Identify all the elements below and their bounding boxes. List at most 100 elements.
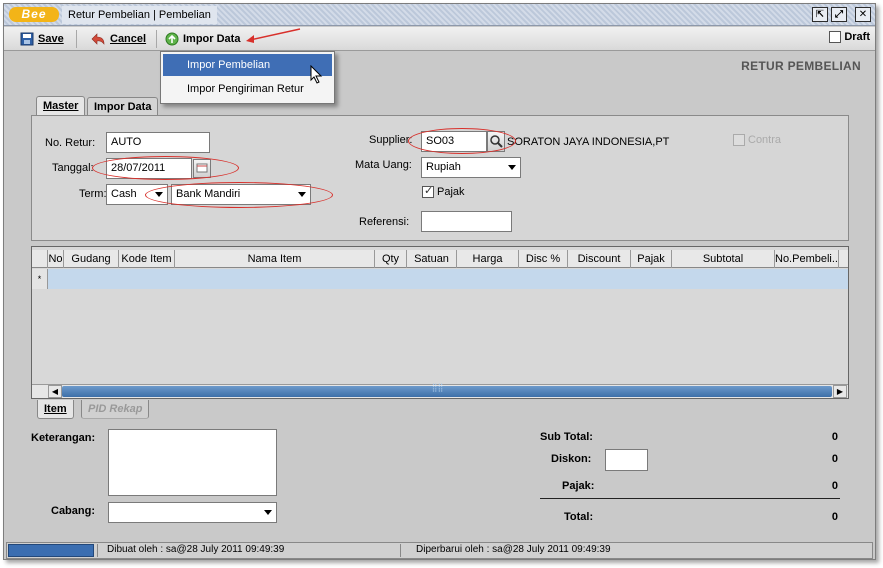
term-select[interactable]: Cash xyxy=(106,184,168,205)
status-separator xyxy=(97,544,98,557)
master-panel: No. Retur: AUTO Tanggal: 28/07/2011 Term… xyxy=(31,115,849,241)
total-label: Total: xyxy=(564,511,594,523)
col-header[interactable]: Gudang xyxy=(64,250,119,268)
col-header[interactable]: Discount xyxy=(568,250,631,268)
tab-pid-rekap[interactable]: PID Rekap xyxy=(81,400,150,419)
contra-checkbox[interactable]: Contra xyxy=(733,134,782,147)
tab-item[interactable]: Item xyxy=(37,400,74,419)
calendar-icon xyxy=(196,163,208,173)
no-retur-label: No. Retur: xyxy=(45,137,96,149)
horizontal-scrollbar[interactable]: ◀ ▶ xyxy=(32,383,848,398)
pajak-total-label: Pajak: xyxy=(562,480,595,492)
bank-select[interactable]: Bank Mandiri xyxy=(171,184,311,205)
sub-total-label: Sub Total: xyxy=(540,431,593,443)
totals-divider xyxy=(540,498,840,499)
cabang-select[interactable] xyxy=(108,502,277,523)
import-icon xyxy=(165,32,179,46)
term-value: Cash xyxy=(111,188,137,200)
referensi-field[interactable] xyxy=(421,211,512,232)
new-row-marker: * xyxy=(32,269,48,289)
status-indicator xyxy=(8,544,94,557)
col-header[interactable]: Harga xyxy=(457,250,519,268)
draft-checkbox-box[interactable] xyxy=(829,31,842,44)
save-label: Save xyxy=(38,33,64,45)
title-bar: Bee Retur Pembelian | Pembelian ⇱ ⤢ ✕ xyxy=(4,4,875,26)
cabang-label: Cabang: xyxy=(51,505,95,517)
menu-item-impor-pengiriman-retur[interactable]: Impor Pengiriman Retur xyxy=(163,78,332,100)
pajak-checkbox[interactable]: Pajak xyxy=(422,184,465,199)
chevron-down-icon xyxy=(264,510,272,515)
term-label: Term: xyxy=(79,188,107,200)
toolbar-separator xyxy=(76,30,77,48)
status-separator xyxy=(400,544,401,557)
referensi-label: Referensi: xyxy=(359,216,410,228)
supplier-code-field[interactable]: SO03 xyxy=(421,131,487,152)
keterangan-label: Keterangan: xyxy=(31,432,96,444)
chevron-down-icon xyxy=(508,165,516,170)
supplier-label: Supplier: xyxy=(369,134,413,146)
col-header[interactable]: No xyxy=(48,250,64,268)
col-header[interactable]: Pajak xyxy=(631,250,672,268)
scroll-thumb[interactable] xyxy=(62,383,832,397)
keterangan-textarea[interactable] xyxy=(108,429,277,496)
total-value: 0 xyxy=(831,511,838,523)
supplier-search-button[interactable] xyxy=(487,131,505,152)
col-header[interactable]: Qty xyxy=(375,250,407,268)
cancel-button[interactable]: Cancel xyxy=(90,31,146,47)
annotation-arrow-icon xyxy=(246,28,301,43)
main-window: Bee Retur Pembelian | Pembelian ⇱ ⤢ ✕ Sa… xyxy=(3,3,876,560)
col-header[interactable]: Satuan xyxy=(407,250,457,268)
toolbar-separator xyxy=(156,30,157,48)
restore-icon[interactable]: ⇱ xyxy=(812,7,828,22)
grid-corner xyxy=(32,250,48,268)
diskon-label: Diskon: xyxy=(551,453,592,465)
menu-item-impor-pembelian[interactable]: Impor Pembelian xyxy=(163,54,332,76)
sub-total-value: 0 xyxy=(831,431,838,443)
table-row[interactable] xyxy=(48,269,848,289)
mata-uang-select[interactable]: Rupiah xyxy=(421,157,521,178)
draft-checkbox[interactable]: Draft xyxy=(829,31,870,44)
scroll-left-icon[interactable]: ◀ xyxy=(48,385,62,398)
contra-checkbox-box[interactable] xyxy=(733,134,745,147)
maximize-icon[interactable]: ⤢ xyxy=(831,7,847,22)
col-header[interactable]: Disc % xyxy=(519,250,568,268)
items-grid[interactable]: No Gudang Kode Item Nama Item Qty Satuan… xyxy=(31,246,849,399)
tanggal-field[interactable]: 28/07/2011 xyxy=(106,158,192,179)
mouse-cursor-icon xyxy=(310,65,323,84)
tab-master[interactable]: Master xyxy=(36,96,86,115)
col-header[interactable]: Subtotal xyxy=(672,250,775,268)
contra-label: Contra xyxy=(748,134,782,146)
save-button[interactable]: Save xyxy=(20,31,64,47)
cancel-icon xyxy=(91,33,105,45)
pajak-label: Pajak xyxy=(437,186,465,198)
col-header[interactable]: Nama Item xyxy=(175,250,375,268)
mata-uang-value: Rupiah xyxy=(426,161,461,173)
page-heading: RETUR PEMBELIAN xyxy=(741,59,861,73)
tab-item-label: Item xyxy=(44,403,67,415)
cancel-label: Cancel xyxy=(110,33,147,45)
chevron-down-icon xyxy=(298,192,306,197)
impor-data-button[interactable]: Impor Data xyxy=(165,31,240,47)
col-header[interactable]: Kode Item xyxy=(119,250,175,268)
pajak-total-value: 0 xyxy=(831,480,838,492)
pajak-checkbox-box[interactable] xyxy=(422,184,434,199)
no-retur-field[interactable]: AUTO xyxy=(106,132,210,153)
impor-menu: Impor Pembelian Impor Pengiriman Retur xyxy=(160,51,335,104)
col-header[interactable]: No.Pembeli... xyxy=(775,250,839,268)
supplier-name: SORATON JAYA INDONESIA,PT xyxy=(507,136,670,148)
tab-impor-data[interactable]: Impor Data xyxy=(87,97,159,116)
save-icon xyxy=(20,32,34,46)
mata-uang-label: Mata Uang: xyxy=(355,159,412,171)
grid-header: No Gudang Kode Item Nama Item Qty Satuan… xyxy=(32,250,848,268)
tab-master-label: Master xyxy=(43,100,79,112)
toolbar: Save Cancel Impor Data Draft xyxy=(4,27,875,51)
scroll-right-icon[interactable]: ▶ xyxy=(833,385,847,398)
status-updated: Diperbarui oleh : sa@28 July 2011 09:49:… xyxy=(416,544,611,555)
tanggal-label: Tanggal: xyxy=(52,162,94,174)
bank-value: Bank Mandiri xyxy=(176,188,241,200)
diskon-field[interactable] xyxy=(605,449,648,471)
draft-label: Draft xyxy=(844,31,870,43)
status-bar: Dibuat oleh : sa@28 July 2011 09:49:39 D… xyxy=(6,542,873,559)
calendar-button[interactable] xyxy=(193,159,211,178)
close-icon[interactable]: ✕ xyxy=(855,7,871,22)
